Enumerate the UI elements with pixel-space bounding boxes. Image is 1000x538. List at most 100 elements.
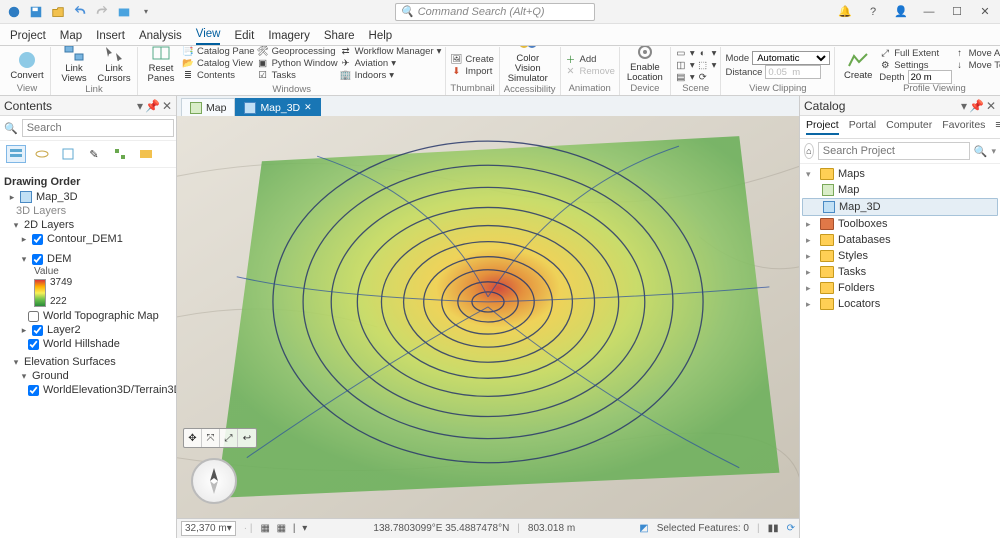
scene-btn-1[interactable]: ▭▾ — [675, 47, 695, 59]
scene-node[interactable]: ▸Map_3D — [4, 190, 172, 204]
ground-node[interactable]: ▾Ground — [4, 369, 172, 383]
toc-editing-icon[interactable]: ✎ — [84, 145, 104, 163]
undo-icon[interactable] — [70, 2, 90, 22]
contents-button[interactable]: ≣Contents — [182, 70, 255, 82]
catalog-view-button[interactable]: 📂Catalog View — [182, 58, 255, 70]
tab-share[interactable]: Share — [324, 30, 355, 45]
create-thumbnail-button[interactable]: 🖼Create — [450, 53, 494, 65]
layer-dem[interactable]: ▾DEM — [4, 252, 172, 266]
section-2d-layers[interactable]: ▾2D Layers — [4, 218, 172, 232]
tab-project[interactable]: Project — [10, 30, 46, 45]
help-icon[interactable]: ? — [862, 2, 884, 22]
toc-snapping-icon[interactable] — [110, 145, 130, 163]
workflow-manager-button[interactable]: ⇄Workflow Manager ▾ — [340, 46, 442, 58]
layer-contour-checkbox[interactable] — [32, 234, 43, 245]
panel-close-icon[interactable]: ✕ — [986, 99, 996, 113]
depth-input[interactable] — [908, 70, 952, 84]
python-window-button[interactable]: ▣Python Window — [257, 58, 338, 70]
catalog-pane-button[interactable]: 📑Catalog Pane — [182, 46, 255, 58]
add-animation-button[interactable]: ＋Add — [565, 53, 615, 65]
profile-create-button[interactable]: Create — [839, 50, 877, 81]
node-databases[interactable]: ▸Databases — [802, 232, 998, 248]
node-map[interactable]: Map — [802, 182, 998, 198]
layer-terrain3d[interactable]: WorldElevation3D/Terrain3D — [4, 383, 172, 397]
explore-tool[interactable]: ✥ — [184, 429, 202, 447]
node-tasks[interactable]: ▸Tasks — [802, 264, 998, 280]
layer-hillshade[interactable]: World Hillshade — [4, 337, 172, 351]
panel-pin-icon[interactable]: 📌 — [145, 99, 160, 113]
full-extent-tool[interactable]: ⤢ — [220, 429, 238, 447]
scene-btn-4[interactable]: ◐▾ — [697, 47, 717, 59]
toc-selection-icon[interactable] — [58, 145, 78, 163]
full-extent-button[interactable]: ⤢Full Extent — [879, 47, 951, 59]
catalog-tab-project[interactable]: Project — [806, 119, 839, 135]
layer-topo[interactable]: World Topographic Map — [4, 309, 172, 323]
save-icon[interactable] — [26, 2, 46, 22]
tab-imagery[interactable]: Imagery — [268, 30, 310, 45]
catalog-tab-portal[interactable]: Portal — [849, 119, 876, 135]
panel-menu-icon[interactable]: ▾ — [137, 99, 143, 113]
panel-close-icon[interactable]: ✕ — [162, 99, 172, 113]
prev-extent-tool[interactable]: ↩ — [238, 429, 256, 447]
qat-dropdown-icon[interactable]: ▾ — [136, 2, 156, 22]
node-toolboxes[interactable]: ▸Toolboxes — [802, 216, 998, 232]
node-styles[interactable]: ▸Styles — [802, 248, 998, 264]
selection-icon[interactable]: ◩ — [639, 523, 648, 534]
import-thumbnail-button[interactable]: ⬇Import — [450, 65, 494, 77]
node-map3d[interactable]: Map_3D — [802, 198, 998, 216]
search-icon[interactable]: 🔍 — [974, 145, 988, 158]
section-3d-layers[interactable]: 3D Layers — [4, 204, 172, 218]
tab-help[interactable]: Help — [369, 30, 393, 45]
command-search[interactable]: 🔍 Command Search (Alt+Q) — [395, 3, 595, 21]
scene-btn-3[interactable]: ▤▾ — [675, 71, 695, 83]
clip-distance-input[interactable] — [765, 65, 821, 79]
link-cursors-button[interactable]: Link Cursors — [95, 46, 133, 84]
layer-terrain3d-checkbox[interactable] — [28, 385, 39, 396]
color-vision-simulator-button[interactable]: Color Vision Simulator — [504, 46, 552, 84]
maximize-icon[interactable]: ☐ — [946, 2, 968, 22]
notifications-icon[interactable]: 🔔 — [834, 2, 856, 22]
layer-hillshade-checkbox[interactable] — [28, 339, 39, 350]
tab-analysis[interactable]: Analysis — [139, 30, 182, 45]
contents-search-input[interactable] — [22, 119, 174, 137]
pan-tool[interactable]: ⤧ — [202, 429, 220, 447]
move-towards-button[interactable]: ↓Move Towards — [954, 59, 1000, 71]
node-locators[interactable]: ▸Locators — [802, 296, 998, 312]
tab-edit[interactable]: Edit — [234, 30, 254, 45]
tab-insert[interactable]: Insert — [96, 30, 125, 45]
addin-icon[interactable] — [114, 2, 134, 22]
home-icon[interactable]: ⌂ — [804, 143, 814, 159]
link-views-button[interactable]: Link Views — [55, 46, 93, 84]
redo-icon[interactable] — [92, 2, 112, 22]
layer-layer2-checkbox[interactable] — [32, 325, 43, 336]
move-away-button[interactable]: ↑Move Away — [954, 47, 1000, 59]
layer-dem-checkbox[interactable] — [32, 254, 43, 265]
convert-button[interactable]: Convert — [8, 50, 46, 81]
tab-map[interactable]: Map — [60, 30, 82, 45]
tab-close-icon[interactable]: ✕ — [304, 102, 312, 113]
clip-mode-select[interactable]: Automatic — [752, 51, 830, 65]
layer-contour[interactable]: ▸Contour_DEM1 — [4, 232, 172, 246]
toc-drawing-order-icon[interactable] — [6, 145, 26, 163]
toc-source-icon[interactable] — [32, 145, 52, 163]
scale-selector[interactable]: 32,370 m ▾ — [181, 521, 236, 536]
minimize-icon[interactable]: — — [918, 2, 940, 22]
open-icon[interactable] — [48, 2, 68, 22]
refresh-icon[interactable]: ⟳ — [787, 523, 795, 534]
reset-panes-button[interactable]: Reset Panes — [142, 46, 180, 84]
app-icon[interactable] — [4, 2, 24, 22]
compass-widget[interactable] — [191, 458, 237, 504]
scene-btn-6[interactable]: ⟳ — [697, 71, 717, 83]
tasks-button[interactable]: ☑Tasks — [257, 70, 338, 82]
view-tab-map3d[interactable]: Map_3D✕ — [235, 98, 320, 116]
scene-viewport[interactable]: ✥ ⤧ ⤢ ↩ — [177, 116, 799, 518]
node-folders[interactable]: ▸Folders — [802, 280, 998, 296]
scene-btn-2[interactable]: ◫▾ — [675, 59, 695, 71]
remove-animation-button[interactable]: ✕Remove — [565, 65, 615, 77]
close-icon[interactable]: ✕ — [974, 2, 996, 22]
catalog-tab-favorites[interactable]: Favorites — [942, 119, 985, 135]
contents-tree[interactable]: Drawing Order ▸Map_3D 3D Layers ▾2D Laye… — [0, 168, 176, 538]
catalog-burger-icon[interactable]: ≡ — [995, 119, 1000, 135]
scene-btn-5[interactable]: ⬚▾ — [697, 59, 717, 71]
panel-menu-icon[interactable]: ▾ — [961, 99, 967, 113]
